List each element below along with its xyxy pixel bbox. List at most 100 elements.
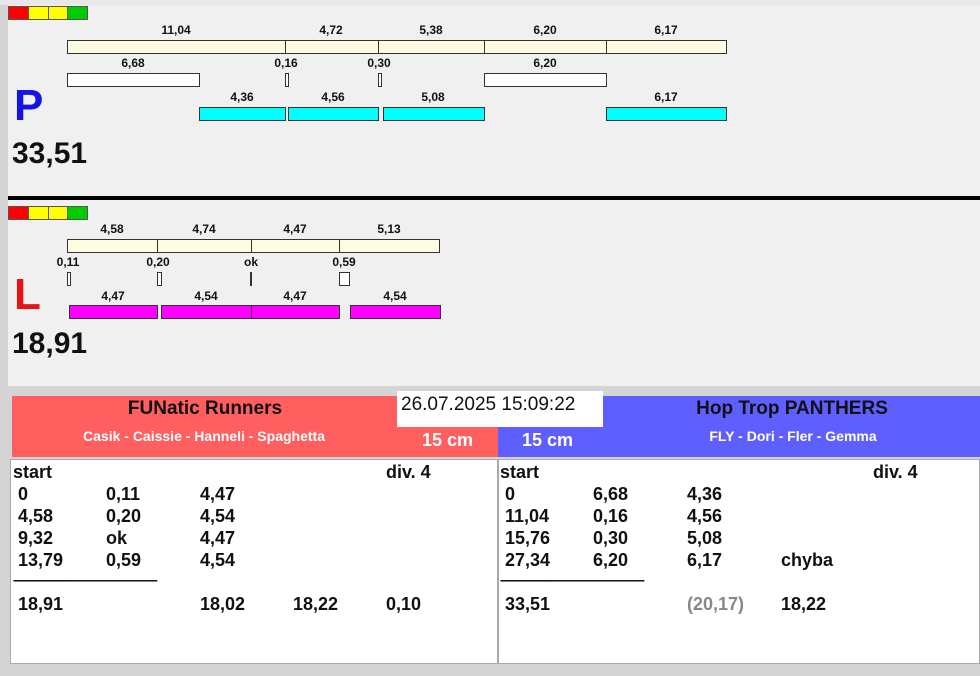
reaction-bar xyxy=(484,73,607,87)
light-yellow xyxy=(28,207,49,219)
bar-label: 0,30 xyxy=(367,56,391,70)
bar-label: 4,47 xyxy=(283,222,307,236)
separator: ----------------------------------------… xyxy=(13,573,158,587)
split-bar xyxy=(251,239,340,253)
indicator-lights xyxy=(8,6,88,20)
cell: 5,08 xyxy=(687,528,723,548)
start-label: start xyxy=(500,462,540,482)
cell: 6,68 xyxy=(593,484,629,504)
split-bar xyxy=(67,239,158,253)
lane-total: 33,51 xyxy=(12,137,88,170)
light-green xyxy=(68,207,87,219)
cell: 4,56 xyxy=(687,506,723,526)
p-lane-panel: 11,04 4,72 5,38 6,20 6,17 6,68 0,16 0,30… xyxy=(8,5,980,196)
light-yellow xyxy=(28,7,49,19)
reaction-bar xyxy=(250,272,252,286)
run-bar xyxy=(350,305,441,319)
cell: 4,36 xyxy=(687,484,723,504)
bar-label: 6,68 xyxy=(121,56,145,70)
bar-label: 4,54 xyxy=(383,289,407,303)
bar-label: 4,74 xyxy=(192,222,216,236)
cell: 27,34 xyxy=(505,550,551,570)
cell: 15,76 xyxy=(505,528,551,548)
cell: 0,16 xyxy=(593,506,629,526)
team-members: Casik - Caissie - Hanneli - Spaghetta xyxy=(83,428,325,444)
cell: 0,30 xyxy=(593,528,629,548)
bar-label: ok xyxy=(243,255,259,269)
distance: 15 cm xyxy=(522,430,574,450)
cell: 13,79 xyxy=(18,550,64,570)
cell: 4,58 xyxy=(18,506,54,526)
bar-label: 11,04 xyxy=(161,23,191,37)
run-bar xyxy=(161,305,252,319)
bar-label: 0,16 xyxy=(274,56,298,70)
bar-label: 0,59 xyxy=(332,255,356,269)
summary-cell: (20,17) xyxy=(687,594,745,614)
run-bar xyxy=(383,107,485,121)
team-name: Hop Trop PANTHERS xyxy=(696,398,888,419)
bar-label: 6,20 xyxy=(533,23,557,37)
cell: 0,59 xyxy=(106,550,142,570)
division-label: div. 4 xyxy=(873,462,918,482)
cell: 4,54 xyxy=(200,506,236,526)
split-bar xyxy=(378,40,485,54)
team-members: FLY - Dori - Fler - Gemma xyxy=(709,428,877,444)
split-bar xyxy=(484,40,607,54)
right-results-pane: start div. 4 0 6,68 4,36 11,04 0,16 4,56… xyxy=(498,459,980,664)
cell: 4,54 xyxy=(200,550,236,570)
summary-cell: 18,02 xyxy=(200,594,246,614)
team-name: FUNatic Runners xyxy=(127,398,283,419)
bar-label: 4,56 xyxy=(321,90,345,104)
bar-label: 5,38 xyxy=(419,23,443,37)
summary-cell: 18,22 xyxy=(781,594,827,614)
bar-label: 6,17 xyxy=(654,23,678,37)
bar-label: 0,11 xyxy=(56,255,80,269)
cell: 4,47 xyxy=(200,484,236,504)
bar-label: 4,58 xyxy=(100,222,124,236)
left-results-pane: start div. 4 0 0,11 4,47 4,58 0,20 4,54 … xyxy=(10,459,498,664)
reaction-bar xyxy=(378,73,382,87)
cell: 4,47 xyxy=(200,528,236,548)
summary-cell: 18,22 xyxy=(293,594,339,614)
run-bar xyxy=(199,107,286,121)
split-bar xyxy=(67,40,286,54)
bar-label: 6,17 xyxy=(654,90,678,104)
separator: ----------------------------------------… xyxy=(500,573,645,587)
summary-cell: 0,10 xyxy=(386,594,422,614)
bar-label: 4,36 xyxy=(230,90,254,104)
split-bar xyxy=(157,239,252,253)
cell: 9,32 xyxy=(18,528,54,548)
run-bar xyxy=(606,107,727,121)
distance: 15 cm xyxy=(422,430,474,450)
reaction-bar xyxy=(67,272,71,286)
split-bar xyxy=(285,40,379,54)
l-lane-panel: 4,58 4,74 4,47 5,13 0,11 0,20 ok 0,59 L … xyxy=(8,200,980,386)
cell: 0 xyxy=(18,484,29,504)
reaction-bar xyxy=(285,73,289,87)
light-yellow xyxy=(48,7,69,19)
light-green xyxy=(68,7,87,19)
bar-label: 5,08 xyxy=(421,90,445,104)
bar-label: 6,20 xyxy=(533,56,557,70)
run-bar xyxy=(288,107,379,121)
lane-total: 18,91 xyxy=(12,327,88,360)
light-yellow xyxy=(48,207,69,219)
start-label: start xyxy=(13,462,53,482)
cell: 0,20 xyxy=(106,506,142,526)
run-bar xyxy=(69,305,158,319)
split-bar xyxy=(339,239,440,253)
division-label: div. 4 xyxy=(386,462,431,482)
cell: 6,17 xyxy=(687,550,723,570)
light-red xyxy=(9,207,29,219)
cell: 11,04 xyxy=(505,506,550,526)
cell: 0,11 xyxy=(106,484,141,504)
bar-label: 4,47 xyxy=(101,289,125,303)
summary-cell: 18,91 xyxy=(18,594,64,614)
reaction-bar xyxy=(339,272,350,286)
bar-label: 0,20 xyxy=(146,255,170,269)
light-red xyxy=(9,7,29,19)
summary-cell: 33,51 xyxy=(505,594,551,614)
bar-label: 4,54 xyxy=(194,289,218,303)
datetime: 26.07.2025 15:09:22 xyxy=(397,391,603,427)
lane-letter: P xyxy=(14,81,44,130)
